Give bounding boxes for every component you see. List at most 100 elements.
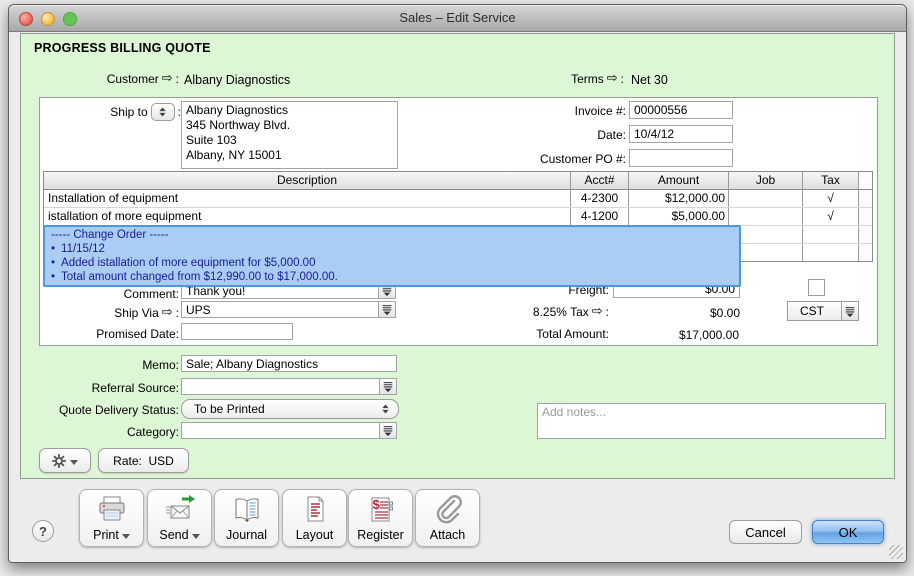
journal-book-icon xyxy=(231,494,263,526)
ship-via-field[interactable]: UPS xyxy=(181,301,396,318)
referral-source-dropdown-button[interactable] xyxy=(379,379,396,394)
menu-arrow-icon xyxy=(122,534,130,539)
change-order-item: • Total amount changed from $12,990.00 t… xyxy=(51,270,733,284)
combo-list-icon xyxy=(382,424,394,437)
table-scrollbar-track[interactable] xyxy=(858,208,872,225)
cell-amount[interactable]: $5,000.00 xyxy=(628,208,728,225)
attach-button[interactable]: Attach xyxy=(415,489,480,547)
memo-field[interactable]: Sale; Albany Diagnostics xyxy=(181,355,397,372)
tax-code-popup[interactable]: CST xyxy=(787,301,859,321)
date-label: Date: xyxy=(506,127,626,143)
print-button[interactable]: Print xyxy=(79,489,144,547)
cell-description[interactable]: Installation of equipment xyxy=(44,190,570,207)
comment-label: Comment: xyxy=(29,286,179,302)
table-scrollbar-track[interactable] xyxy=(858,190,872,207)
cell-amount[interactable]: $12,000.00 xyxy=(628,190,728,207)
combo-list-icon xyxy=(844,305,856,318)
table-row: Installation of equipment 4-2300 $12,000… xyxy=(44,190,872,208)
tax-label: 8.25% Tax ⇨: xyxy=(469,304,609,320)
tax-code-dropdown-button[interactable] xyxy=(841,302,858,320)
cell-acct[interactable]: 4-2300 xyxy=(570,190,628,207)
terms-value[interactable]: Net 30 xyxy=(631,73,668,87)
memo-label: Memo: xyxy=(29,357,179,373)
terms-label: Terms ⇨: xyxy=(529,71,624,87)
customer-value[interactable]: Albany Diagnostics xyxy=(184,73,290,87)
referral-source-field[interactable] xyxy=(181,378,397,395)
notes-input[interactable]: Add notes... xyxy=(537,403,886,439)
total-amount-value: $17,000.00 xyxy=(599,328,739,342)
promised-date-field[interactable] xyxy=(181,323,293,340)
gear-icon xyxy=(52,454,66,468)
cell-tax-check[interactable]: √ xyxy=(802,190,858,207)
cancel-button[interactable]: Cancel xyxy=(729,520,802,544)
quote-delivery-status-popup[interactable]: To be Printed xyxy=(181,399,399,419)
bullet: • xyxy=(51,270,55,284)
ship-to-address-field[interactable]: Albany Diagnostics 345 Northway Blvd. Su… xyxy=(181,101,398,169)
customer-po-label: Customer PO #: xyxy=(506,151,626,167)
up-down-arrows-icon xyxy=(381,403,390,415)
table-header-row: Description Acct# Amount Job Tax xyxy=(44,172,872,190)
column-header-acct: Acct# xyxy=(570,172,628,189)
customer-po-field[interactable] xyxy=(629,149,733,167)
cell-acct[interactable]: 4-1200 xyxy=(570,208,628,225)
menu-arrow-icon xyxy=(70,460,78,465)
gear-menu-button[interactable] xyxy=(39,448,91,473)
date-field[interactable]: 10/4/12 xyxy=(629,125,733,143)
ship-to-address-stepper[interactable] xyxy=(151,103,175,121)
column-header-tax: Tax xyxy=(802,172,858,189)
ok-button[interactable]: OK xyxy=(812,520,884,544)
menu-arrow-icon xyxy=(192,534,200,539)
terms-drilldown-arrow-icon[interactable]: ⇨ xyxy=(607,73,618,85)
referral-source-label: Referral Source: xyxy=(29,380,179,396)
ship-via-drilldown-arrow-icon[interactable]: ⇨ xyxy=(162,307,173,319)
change-order-title: ----- Change Order ----- xyxy=(51,228,733,242)
change-order-note-overlay: ----- Change Order ----- • 11/15/12 • Ad… xyxy=(43,225,741,287)
customer-drilldown-arrow-icon[interactable]: ⇨ xyxy=(162,73,173,85)
table-row: istallation of more equipment 4-1200 $5,… xyxy=(44,208,872,226)
cell-tax-check[interactable]: √ xyxy=(802,208,858,225)
cell-job[interactable] xyxy=(728,208,802,225)
title-bar: Sales – Edit Service xyxy=(9,5,906,32)
tax-inclusive-checkbox[interactable] xyxy=(808,279,825,296)
bullet: • xyxy=(51,256,55,270)
change-order-item: • 11/15/12 xyxy=(51,242,733,256)
send-email-icon xyxy=(164,494,196,526)
ship-to-label: Ship to : xyxy=(29,104,181,120)
window-title: Sales – Edit Service xyxy=(9,10,906,25)
up-down-arrows-icon xyxy=(158,106,167,118)
category-field[interactable] xyxy=(181,422,397,439)
cell-job[interactable] xyxy=(728,190,802,207)
ship-via-dropdown-button[interactable] xyxy=(378,302,395,317)
paperclip-icon xyxy=(432,494,464,526)
layout-document-icon xyxy=(299,494,331,526)
sales-edit-service-window: Sales – Edit Service PROGRESS BILLING QU… xyxy=(8,4,907,563)
register-icon: $ xyxy=(365,494,397,526)
printer-icon xyxy=(96,494,128,526)
column-header-job: Job xyxy=(728,172,802,189)
quote-delivery-status-label: Quote Delivery Status: xyxy=(29,402,179,418)
layout-button[interactable]: Layout xyxy=(282,489,347,547)
promised-date-label: Promised Date: xyxy=(29,326,179,342)
column-header-description: Description xyxy=(44,172,570,189)
invoice-number-label: Invoice #: xyxy=(506,103,626,119)
send-button[interactable]: Send xyxy=(147,489,212,547)
window-resize-grip[interactable] xyxy=(889,545,903,559)
combo-list-icon xyxy=(382,380,394,393)
tax-value: $0.00 xyxy=(613,306,740,320)
tax-drilldown-arrow-icon[interactable]: ⇨ xyxy=(592,306,603,318)
help-button[interactable]: ? xyxy=(32,520,54,542)
bullet: • xyxy=(51,242,55,256)
cell-description[interactable]: istallation of more equipment xyxy=(44,208,570,225)
ship-via-label: Ship Via ⇨: xyxy=(29,305,179,321)
combo-list-icon xyxy=(381,303,393,316)
svg-text:$: $ xyxy=(372,497,380,512)
total-amount-label: Total Amount: xyxy=(469,326,609,342)
rate-button[interactable]: Rate: USD xyxy=(98,448,189,473)
form-type-title: PROGRESS BILLING QUOTE xyxy=(34,41,211,55)
category-label: Category: xyxy=(29,424,179,440)
journal-button[interactable]: Journal xyxy=(214,489,279,547)
invoice-number-field[interactable]: 00000556 xyxy=(629,101,733,119)
column-header-amount: Amount xyxy=(628,172,728,189)
register-button[interactable]: $ Register xyxy=(348,489,413,547)
category-dropdown-button[interactable] xyxy=(379,423,396,438)
